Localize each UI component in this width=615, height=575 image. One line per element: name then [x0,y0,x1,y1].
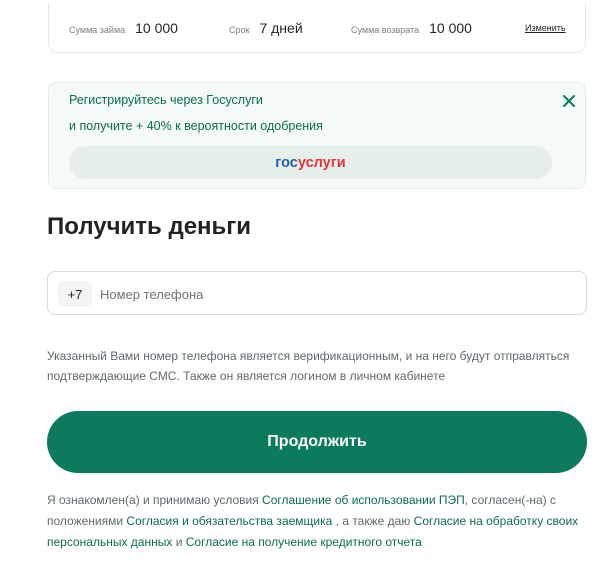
gosuslugi-login-button[interactable]: гос услуги [69,146,552,179]
loan-amount-label: Сумма займа [69,25,126,35]
consent-text-part: , а также даю [332,514,414,528]
pep-agreement-link[interactable]: Соглашение об использовании ПЭП [262,493,465,507]
return-amount-label: Сумма возврата [351,25,420,35]
loan-amount: Сумма займа 10 000 [69,20,178,36]
gosuslugi-banner-title: Регистрируйтесь через Госуслуги [69,93,263,107]
phone-country-code: +7 [58,281,92,307]
loan-term-label: Срок [229,25,250,35]
loan-summary: Сумма займа 10 000 Срок 7 дней Сумма воз… [48,3,586,53]
borrower-obligations-link[interactable]: Согласия и обязательства заемщика [126,514,332,528]
change-loan-link[interactable]: Изменить [525,23,566,33]
credit-report-consent-link[interactable]: Согласие на получение кредитного отчета [186,535,422,549]
consent-text: Я ознакомлен(а) и принимаю условия Согла… [47,490,592,553]
page-title: Получить деньги [47,213,252,240]
consent-text-part: и [172,535,186,549]
loan-term-value: 7 дней [259,20,303,36]
close-icon[interactable] [561,93,577,109]
phone-input[interactable] [100,278,570,310]
gosuslugi-logo-part-gos: гос [275,154,298,171]
consent-text-part: Я ознакомлен(а) и принимаю условия [47,493,263,507]
gosuslugi-banner-subtitle: и получите + 40% к вероятности одобрения [69,119,323,133]
loan-term: Срок 7 дней [229,20,303,36]
return-amount: Сумма возврата 10 000 [351,20,472,36]
return-amount-value: 10 000 [429,20,472,36]
phone-hint: Указанный Вами номер телефона является в… [47,349,570,383]
phone-field: +7 [47,271,587,315]
loan-amount-value: 10 000 [135,20,178,36]
gosuslugi-banner: Регистрируйтесь через Госуслуги и получи… [48,82,586,189]
continue-button[interactable]: Продолжить [47,411,587,473]
gosuslugi-logo-part-uslugi: услуги [297,154,346,171]
